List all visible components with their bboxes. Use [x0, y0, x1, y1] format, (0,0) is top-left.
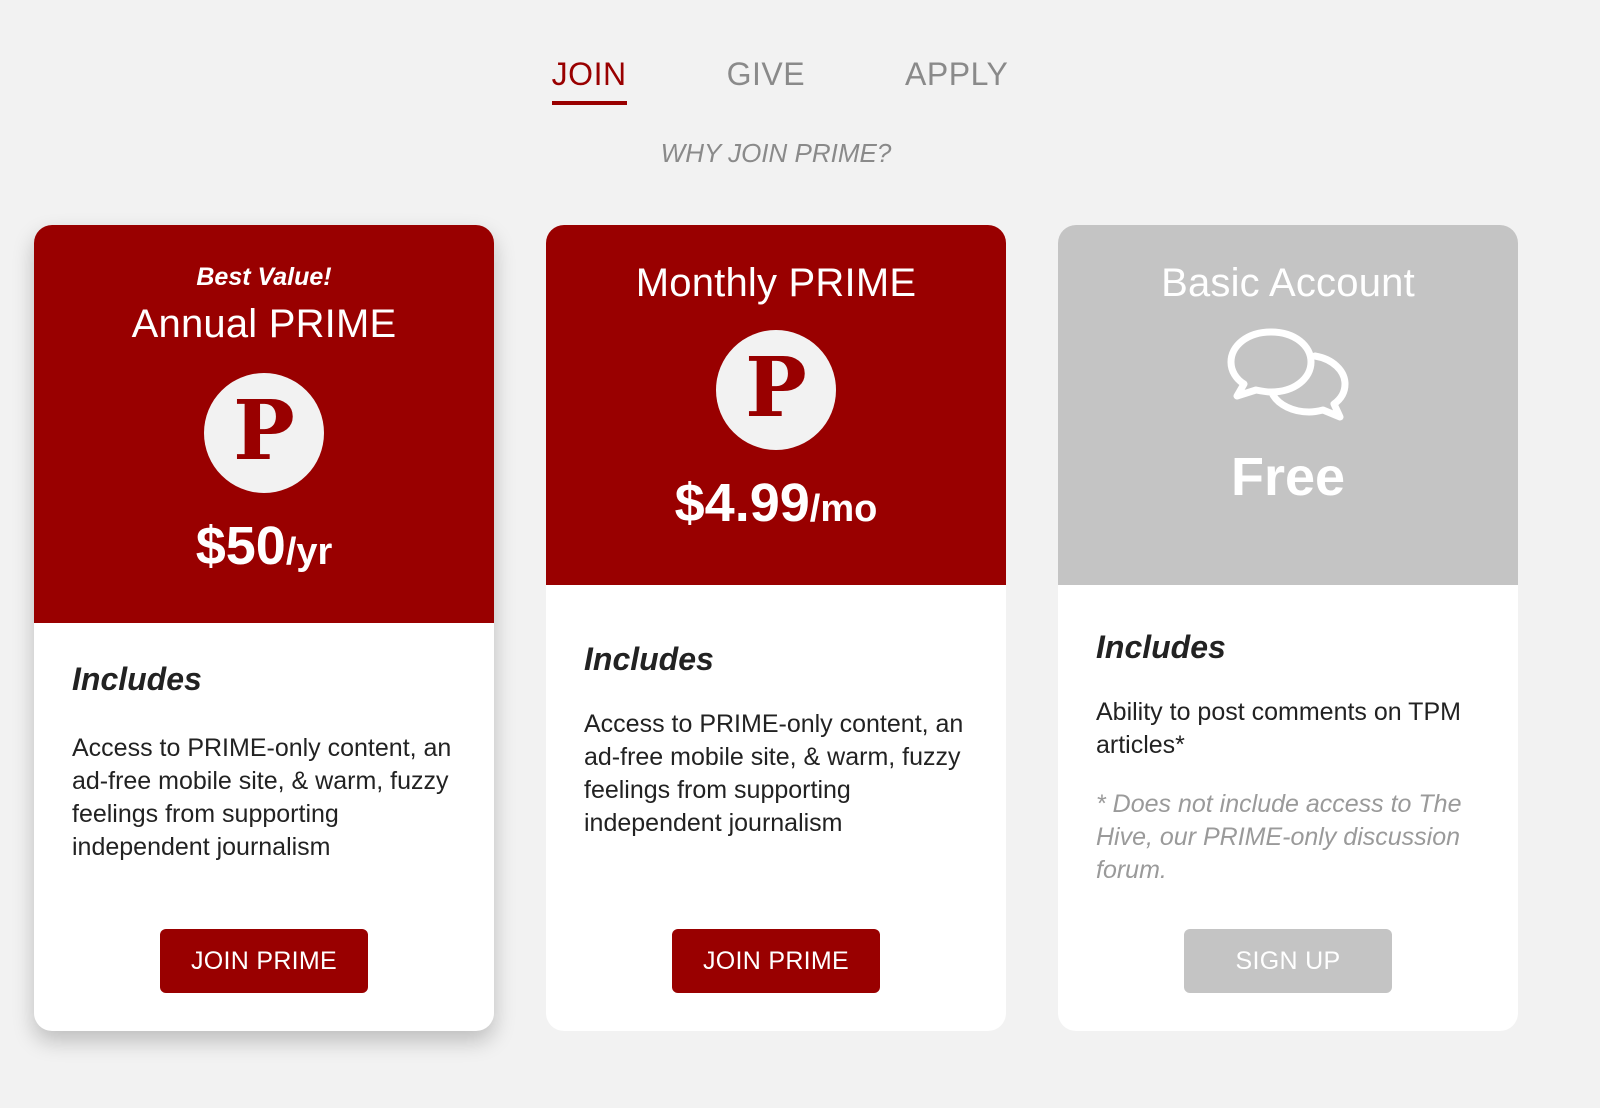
- access-note: * Does not include access to The Hive, o…: [1096, 790, 1462, 884]
- basic-account-card: Basic Account Free Includes Ability to p…: [1058, 225, 1518, 1031]
- includes-heading: Includes: [1096, 629, 1226, 665]
- prime-logo-letter: P: [745, 340, 807, 436]
- price-period: /yr: [285, 531, 333, 573]
- price-amount: $4.99: [674, 473, 810, 533]
- annual-plan-header: Best Value! Annual PRIME P $50/yr: [34, 225, 494, 623]
- plan-price: $4.99/mo: [546, 472, 1006, 534]
- join-prime-monthly-button[interactable]: JOIN PRIME: [672, 929, 880, 993]
- join-prime-annual-button[interactable]: JOIN PRIME: [160, 929, 368, 993]
- plan-title: Annual PRIME: [131, 302, 397, 346]
- annual-plan-body: Includes Access to PRIME-only content, a…: [34, 661, 494, 864]
- plan-price: $50/yr: [34, 515, 494, 577]
- plan-description: Ability to post comments on TPM articles…: [1096, 698, 1461, 759]
- plan-tabs: JOIN GIVE APPLY: [0, 56, 1560, 105]
- sign-up-button[interactable]: SIGN UP: [1184, 929, 1392, 993]
- includes-heading: Includes: [584, 641, 714, 677]
- plan-description: Access to PRIME-only content, an ad-free…: [584, 710, 964, 837]
- price-amount: $50: [195, 516, 286, 576]
- monthly-plan-header: Monthly PRIME P $4.99/mo: [546, 225, 1006, 585]
- price-period: /mo: [809, 488, 878, 530]
- price-amount: Free: [1230, 447, 1346, 507]
- plan-price: Free: [1058, 446, 1518, 508]
- tab-join[interactable]: JOIN: [551, 56, 627, 105]
- basic-account-header: Basic Account Free: [1058, 225, 1518, 585]
- basic-account-body: Includes Ability to post comments on TPM…: [1058, 629, 1518, 887]
- prime-logo-letter: P: [233, 383, 295, 479]
- monthly-plan-body: Includes Access to PRIME-only content, a…: [546, 641, 1006, 840]
- monthly-plan-card: Monthly PRIME P $4.99/mo Includes Access…: [546, 225, 1006, 1031]
- chat-bubbles-icon: [1058, 324, 1518, 434]
- why-join-prime-link[interactable]: WHY JOIN PRIME?: [0, 138, 1552, 169]
- tab-give[interactable]: GIVE: [727, 56, 805, 105]
- plan-title: Monthly PRIME: [635, 261, 917, 305]
- prime-logo-icon: P: [204, 373, 324, 493]
- annual-plan-card: Best Value! Annual PRIME P $50/yr Includ…: [34, 225, 494, 1031]
- plan-description: Access to PRIME-only content, an ad-free…: [72, 734, 452, 861]
- best-value-badge: Best Value!: [196, 263, 332, 291]
- prime-logo-icon: P: [716, 330, 836, 450]
- plan-title: Basic Account: [1161, 261, 1415, 305]
- tab-apply[interactable]: APPLY: [905, 56, 1008, 105]
- includes-heading: Includes: [72, 661, 202, 697]
